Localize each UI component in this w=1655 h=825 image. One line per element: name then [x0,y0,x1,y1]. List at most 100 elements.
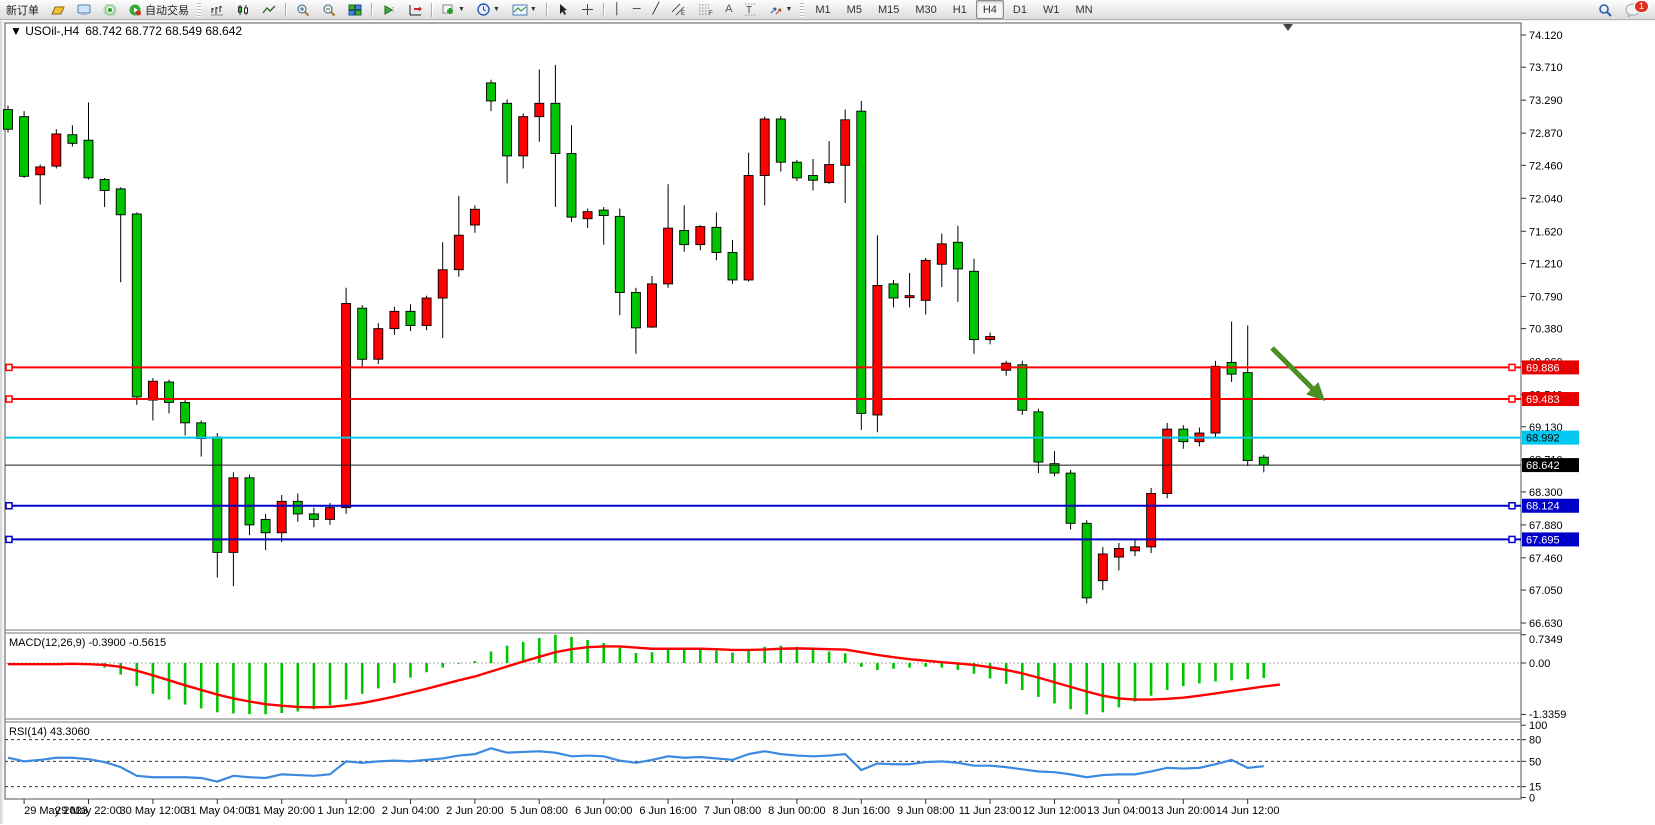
candle-bull [760,119,769,176]
chevron-down-icon: ▼ [493,6,500,13]
toolbar-separator [603,3,605,17]
candlestick-button[interactable] [231,0,255,19]
candle-bull [470,209,479,225]
timeframe-h1[interactable]: H1 [946,0,974,19]
candle-bull [326,508,335,520]
text-button[interactable]: A [720,0,737,19]
line-handle[interactable] [1509,396,1515,402]
time-axis-label: 31 May 04:00 [184,805,251,817]
candle-bull [744,176,753,280]
auto-scroll-button[interactable] [377,0,401,19]
candle-bull [52,134,61,166]
time-axis-label: 30 May 12:00 [120,805,187,817]
zoom-out-icon [322,3,336,16]
toolbar-separator [285,3,287,17]
chat-badge: 1 [1634,0,1649,13]
price-axis-label: 71.210 [1529,258,1563,270]
candle-bear [889,284,898,298]
timeframe-w1[interactable]: W1 [1036,0,1067,19]
price-axis-label: 72.040 [1529,193,1563,205]
candle-bear [309,514,318,519]
candle-bull [664,228,673,284]
timeframe-h4[interactable]: H4 [976,0,1004,19]
candle-bull [1114,548,1123,557]
trendline-button[interactable]: ╱ [647,0,664,19]
line-chart-icon [262,4,276,16]
line-handle[interactable] [6,364,12,370]
rsi-axis-label: 100 [1529,720,1547,732]
fibonacci-button[interactable]: F [693,0,718,19]
auto-scroll-icon [382,4,396,16]
price-badge-text: 68.642 [1526,460,1560,472]
candle-bear [631,293,640,328]
price-axis-label: 70.790 [1529,291,1563,303]
rsi-axis-label: 0 [1529,793,1535,805]
horizontal-line-button[interactable]: ─ [628,0,646,19]
timeframe-d1[interactable]: D1 [1006,0,1034,19]
candle-bear [213,437,222,552]
candle-bull [921,260,930,300]
autotrading-button[interactable]: 自动交易 [124,0,194,19]
candle-bear [1018,365,1027,411]
terminal-button[interactable] [72,0,96,19]
price-axis-label: 67.460 [1529,553,1563,565]
time-axis-label: 9 Jun 08:00 [897,805,955,817]
cursor-button[interactable] [552,0,574,19]
candle-bear [809,176,818,181]
toolbar-separator [546,3,548,17]
indicators-button[interactable]: ▼ [437,0,470,19]
price-axis-label: 72.870 [1529,128,1563,140]
vertical-line-button[interactable]: │ [609,0,626,19]
chart-canvas[interactable]: 74.12073.71073.29072.87072.46072.04071.6… [0,21,1655,825]
time-axis-label: 5 Jun 08:00 [511,805,569,817]
candlestick-icon [236,4,250,16]
timeframe-m30[interactable]: M30 [908,0,943,19]
toolbar-grip [197,3,201,17]
timeframe-m15[interactable]: M15 [871,0,906,19]
timeframe-m5[interactable]: M5 [840,0,869,19]
bar-chart-button[interactable] [205,0,229,19]
candle-bear [1243,373,1252,461]
time-axis-label: 6 Jun 16:00 [639,805,697,817]
timeframe-m1[interactable]: M1 [808,0,837,19]
new-order-button[interactable]: 新订单 [1,0,44,19]
signal-button[interactable] [98,0,122,19]
time-axis-label: 13 Jun 04:00 [1087,805,1151,817]
price-axis-label: 70.380 [1529,324,1563,336]
line-handle[interactable] [1509,364,1515,370]
candle-bear [406,311,415,325]
price-badge-text: 68.992 [1526,433,1560,445]
chevron-down-icon: ▼ [530,6,537,13]
symbol-header: ▼ USOil-,H468.742 68.772 68.549 68.642 [10,24,242,38]
line-handle[interactable] [1509,503,1515,509]
templates-button[interactable]: ▼ [507,0,542,19]
chat-button[interactable]: 1 [1620,0,1647,19]
tile-windows-button[interactable] [343,0,367,19]
price-axis-label: 71.620 [1529,226,1563,238]
candle-bull [342,304,351,508]
mt4-terminal: 新订单 自动交易 ▼ ▼ ▼ │ ─ ╱ E F A T ▼ [0,0,1655,825]
line-chart-button[interactable] [257,0,281,19]
line-handle[interactable] [6,536,12,542]
candle-bull [583,212,592,219]
signal-icon [103,4,117,16]
line-handle[interactable] [1509,536,1515,542]
candle-bear [1259,457,1268,465]
shapes-button[interactable]: ▼ [764,0,797,19]
line-handle[interactable] [6,396,12,402]
candle-bear [261,519,270,532]
crosshair-button[interactable] [576,0,599,19]
profile-button[interactable] [46,0,70,19]
chart-shift-button[interactable] [403,0,427,19]
text-label-button[interactable]: T [739,0,762,19]
chart-window[interactable]: 74.12073.71073.29072.87072.46072.04071.6… [0,20,1655,825]
zoom-in-button[interactable] [291,0,315,19]
timeframe-mn[interactable]: MN [1068,0,1099,19]
search-button[interactable] [1593,0,1618,19]
channel-button[interactable]: E [666,0,691,19]
price-badge-text: 67.695 [1526,534,1560,546]
shapes-icon [769,4,783,16]
line-handle[interactable] [6,503,12,509]
zoom-out-button[interactable] [317,0,341,19]
periods-button[interactable]: ▼ [472,0,505,19]
